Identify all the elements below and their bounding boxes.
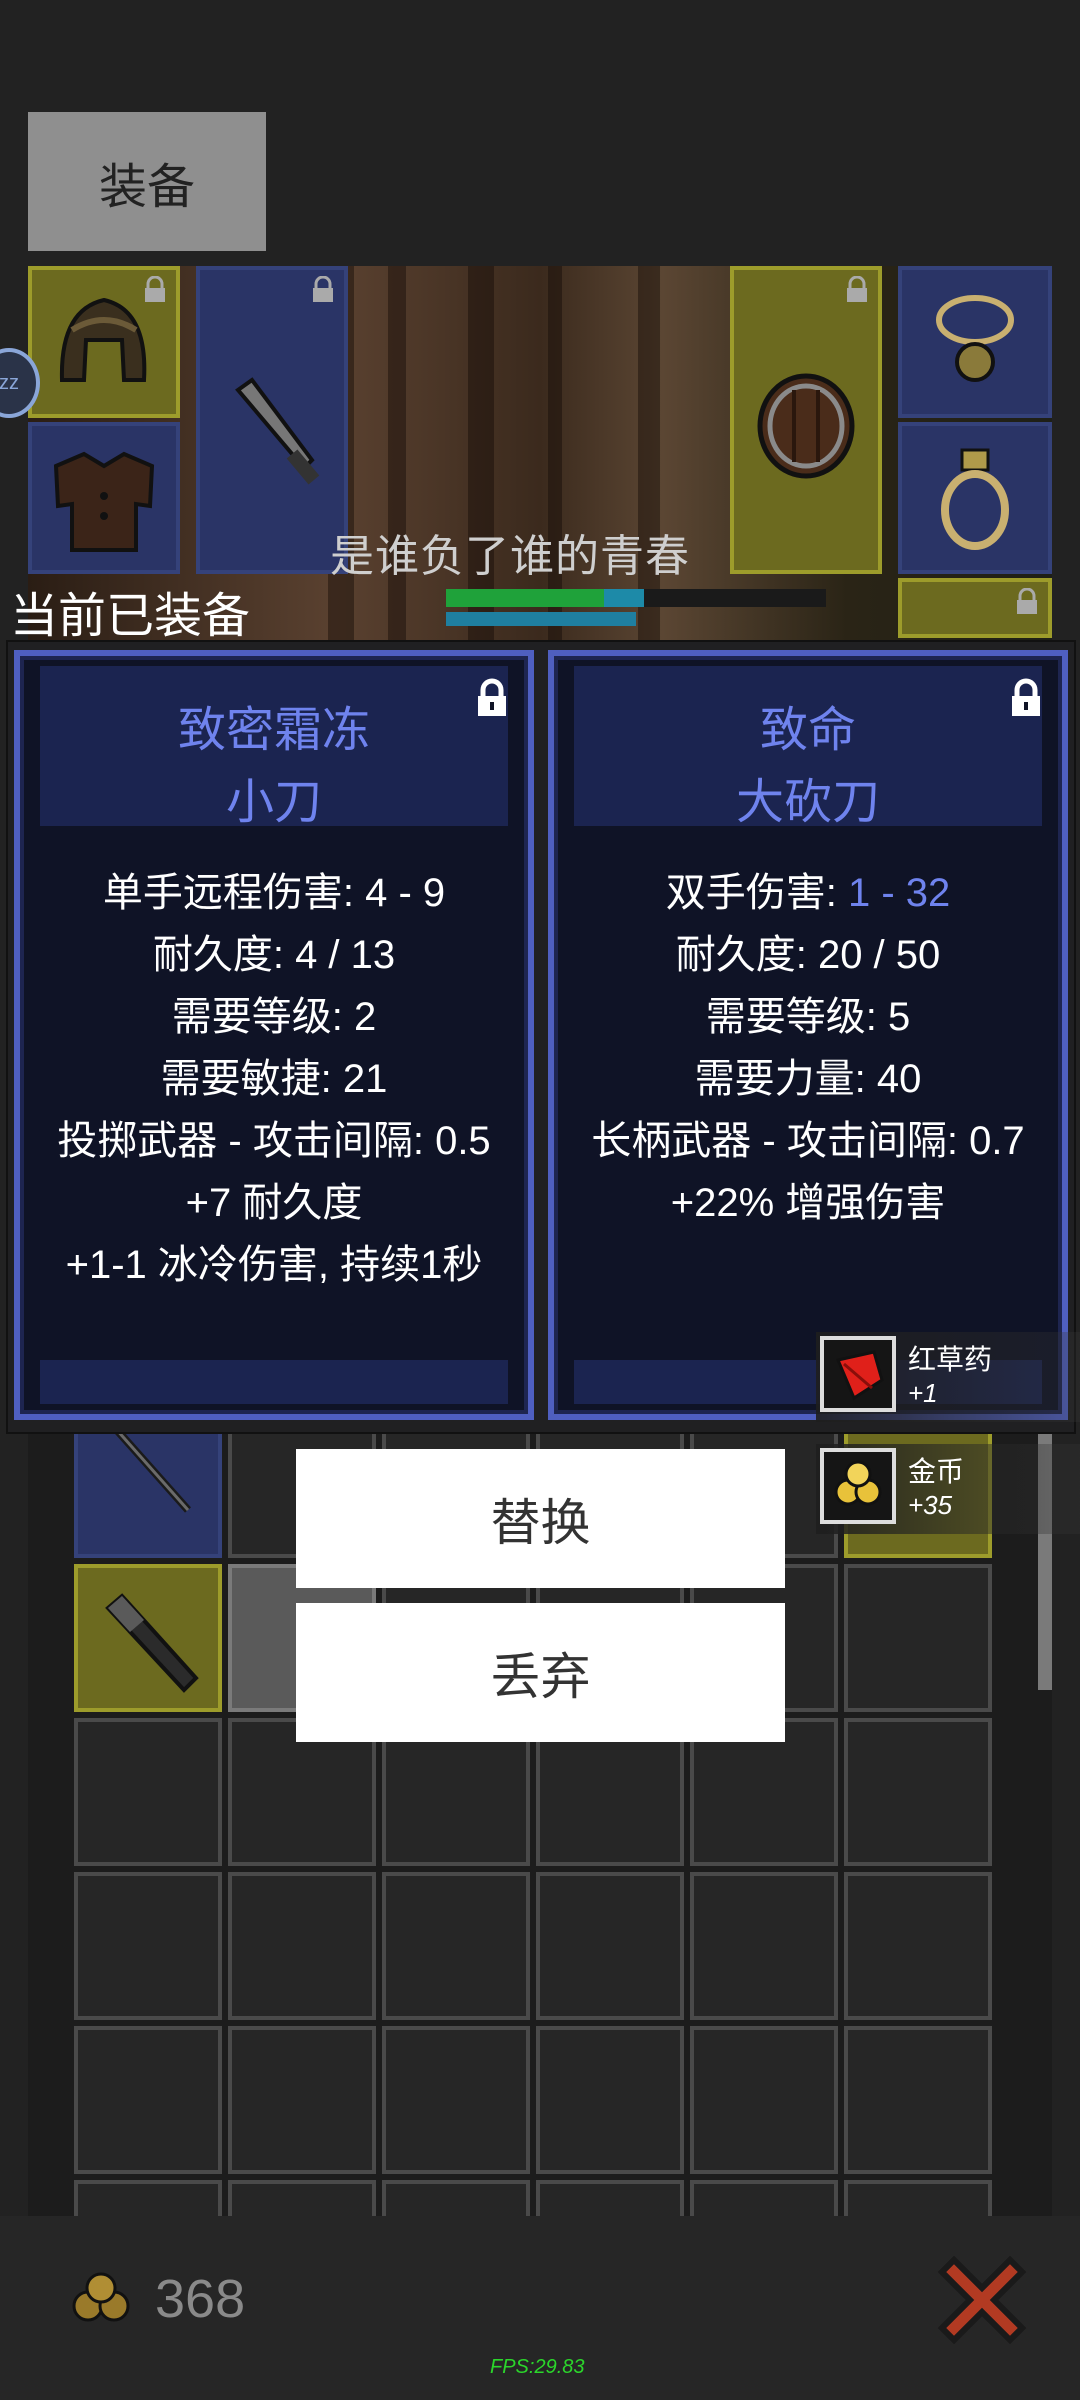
tab-equipment[interactable]: 装备 — [28, 112, 266, 251]
red-herb-icon — [820, 1336, 896, 1412]
knife-icon — [235, 377, 320, 485]
health-bar-fill-secondary — [604, 589, 644, 607]
item-stats: 单手远程伤害: 4 - 9 耐久度: 4 / 13 需要等级: 2 需要敏捷: … — [20, 862, 528, 1296]
item-name: 致密霜冻 — [177, 704, 370, 757]
inventory-slot[interactable] — [228, 2026, 376, 2174]
player-name: 是谁负了谁的青春 — [330, 532, 690, 581]
lock-icon — [1017, 588, 1037, 614]
equip-slot-helmet[interactable] — [28, 266, 180, 418]
leather-armor-icon — [53, 451, 155, 552]
pickup-count: +35 — [908, 1490, 953, 1520]
stat-line: 单手远程伤害: 4 - 9 — [102, 871, 446, 915]
ring-icon — [941, 448, 1009, 550]
stat-line: 长柄武器 - 攻击间隔: 0.7 — [591, 1119, 1025, 1163]
inventory-slot[interactable] — [844, 1718, 992, 1866]
inventory-slot[interactable] — [74, 1718, 222, 1866]
inventory-slot[interactable] — [228, 2180, 376, 2216]
amulet-icon — [936, 295, 1014, 382]
club-icon — [105, 1593, 199, 1693]
discard-button[interactable]: 丢弃 — [296, 1603, 785, 1742]
item-type: 大砍刀 — [735, 776, 880, 829]
stat-line-magic: +7 耐久度 — [185, 1181, 363, 1225]
item-card-footer — [40, 1360, 508, 1404]
stat-label: 双手伤害: — [665, 871, 848, 915]
health-bar-fill — [446, 589, 605, 607]
gold-amount: 368 — [155, 2269, 246, 2329]
close-x-icon[interactable] — [934, 2252, 1030, 2348]
currently-equipped-label: 当前已装备 — [10, 590, 251, 643]
lock-icon — [847, 276, 867, 302]
item-stats: 双手伤害: 1 - 32 耐久度: 20 / 50 需要等级: 5 需要力量: … — [554, 862, 1062, 1234]
pickup-name: 金币 — [908, 1456, 965, 1487]
stat-line-magic: +22% 增强伤害 — [670, 1181, 946, 1225]
item-name: 致命 — [759, 704, 856, 757]
inventory-slot[interactable] — [536, 1872, 684, 2020]
stat-value: 1 - 32 — [847, 871, 951, 915]
inventory-slot[interactable] — [228, 1872, 376, 2020]
pickup-notification: 金币 +35 — [816, 1444, 1080, 1534]
spear-icon — [111, 1430, 191, 1513]
stat-line: 双手伤害: 1 - 32 — [554, 862, 1062, 924]
equip-slot-ring-2[interactable] — [898, 578, 1052, 638]
inventory-slot[interactable] — [536, 2180, 684, 2216]
item-compare-panel: 致密霜冻 小刀 单手远程伤害: 4 - 9 耐久度: 4 / 13 需要等级: … — [6, 640, 1076, 1434]
equip-slot-weapon[interactable] — [196, 266, 348, 574]
equip-slot-shield[interactable] — [730, 266, 882, 574]
stat-line: 投掷武器 - 攻击间隔: 0.5 — [57, 1119, 491, 1163]
equip-slot-armor[interactable] — [28, 422, 180, 574]
inventory-slot[interactable] — [536, 2026, 684, 2174]
health-bar — [446, 589, 826, 607]
equip-slot-amulet[interactable] — [898, 266, 1052, 418]
item-card-equipped: 致命 大砍刀 双手伤害: 1 - 32 耐久度: 20 / 50 需要等级: 5… — [548, 650, 1068, 1420]
stat-line-magic: +1-1 冰冷伤害, 持续1秒 — [65, 1243, 483, 1287]
fps-counter: FPS:29.83 — [490, 2356, 585, 2378]
inventory-slot[interactable] — [74, 2180, 222, 2216]
inventory-slot[interactable] — [690, 2026, 838, 2174]
inventory-slot[interactable] — [844, 2180, 992, 2216]
mana-bar — [446, 612, 636, 626]
stat-line: 耐久度: 4 / 13 — [152, 933, 396, 977]
inventory-slot[interactable] — [844, 1564, 992, 1712]
lock-icon — [145, 276, 165, 302]
replace-button[interactable]: 替换 — [296, 1449, 785, 1588]
round-shield-icon — [757, 373, 855, 479]
inventory-slot[interactable] — [844, 1872, 992, 2020]
stat-line: 需要等级: 5 — [705, 995, 911, 1039]
lock-icon — [313, 276, 333, 302]
inventory-slot[interactable] — [690, 2180, 838, 2216]
inventory-slot[interactable] — [74, 2026, 222, 2174]
stat-line-unmet-requirement: 需要力量: 40 — [694, 1057, 922, 1101]
equip-slot-ring[interactable] — [898, 422, 1052, 574]
gold-coins-icon — [820, 1448, 896, 1524]
inventory-slot[interactable] — [382, 2026, 530, 2174]
pickup-count: +1 — [908, 1378, 938, 1408]
pickup-notification: 红草药 +1 — [816, 1332, 1080, 1422]
item-type: 小刀 — [225, 776, 322, 829]
inventory-slot[interactable] — [844, 2026, 992, 2174]
stat-line: 需要等级: 2 — [171, 995, 377, 1039]
inventory-slot[interactable] — [382, 1872, 530, 2020]
item-card-candidate: 致密霜冻 小刀 单手远程伤害: 4 - 9 耐久度: 4 / 13 需要等级: … — [14, 650, 534, 1420]
inventory-slot[interactable] — [382, 2180, 530, 2216]
gold-coins-icon — [72, 2272, 130, 2322]
inventory-slot[interactable] — [74, 1872, 222, 2020]
stat-line: 耐久度: 20 / 50 — [675, 933, 941, 977]
inventory-slot[interactable] — [690, 1872, 838, 2020]
stat-line: 需要敏捷: 21 — [160, 1057, 388, 1101]
pickup-name: 红草药 — [908, 1344, 993, 1375]
